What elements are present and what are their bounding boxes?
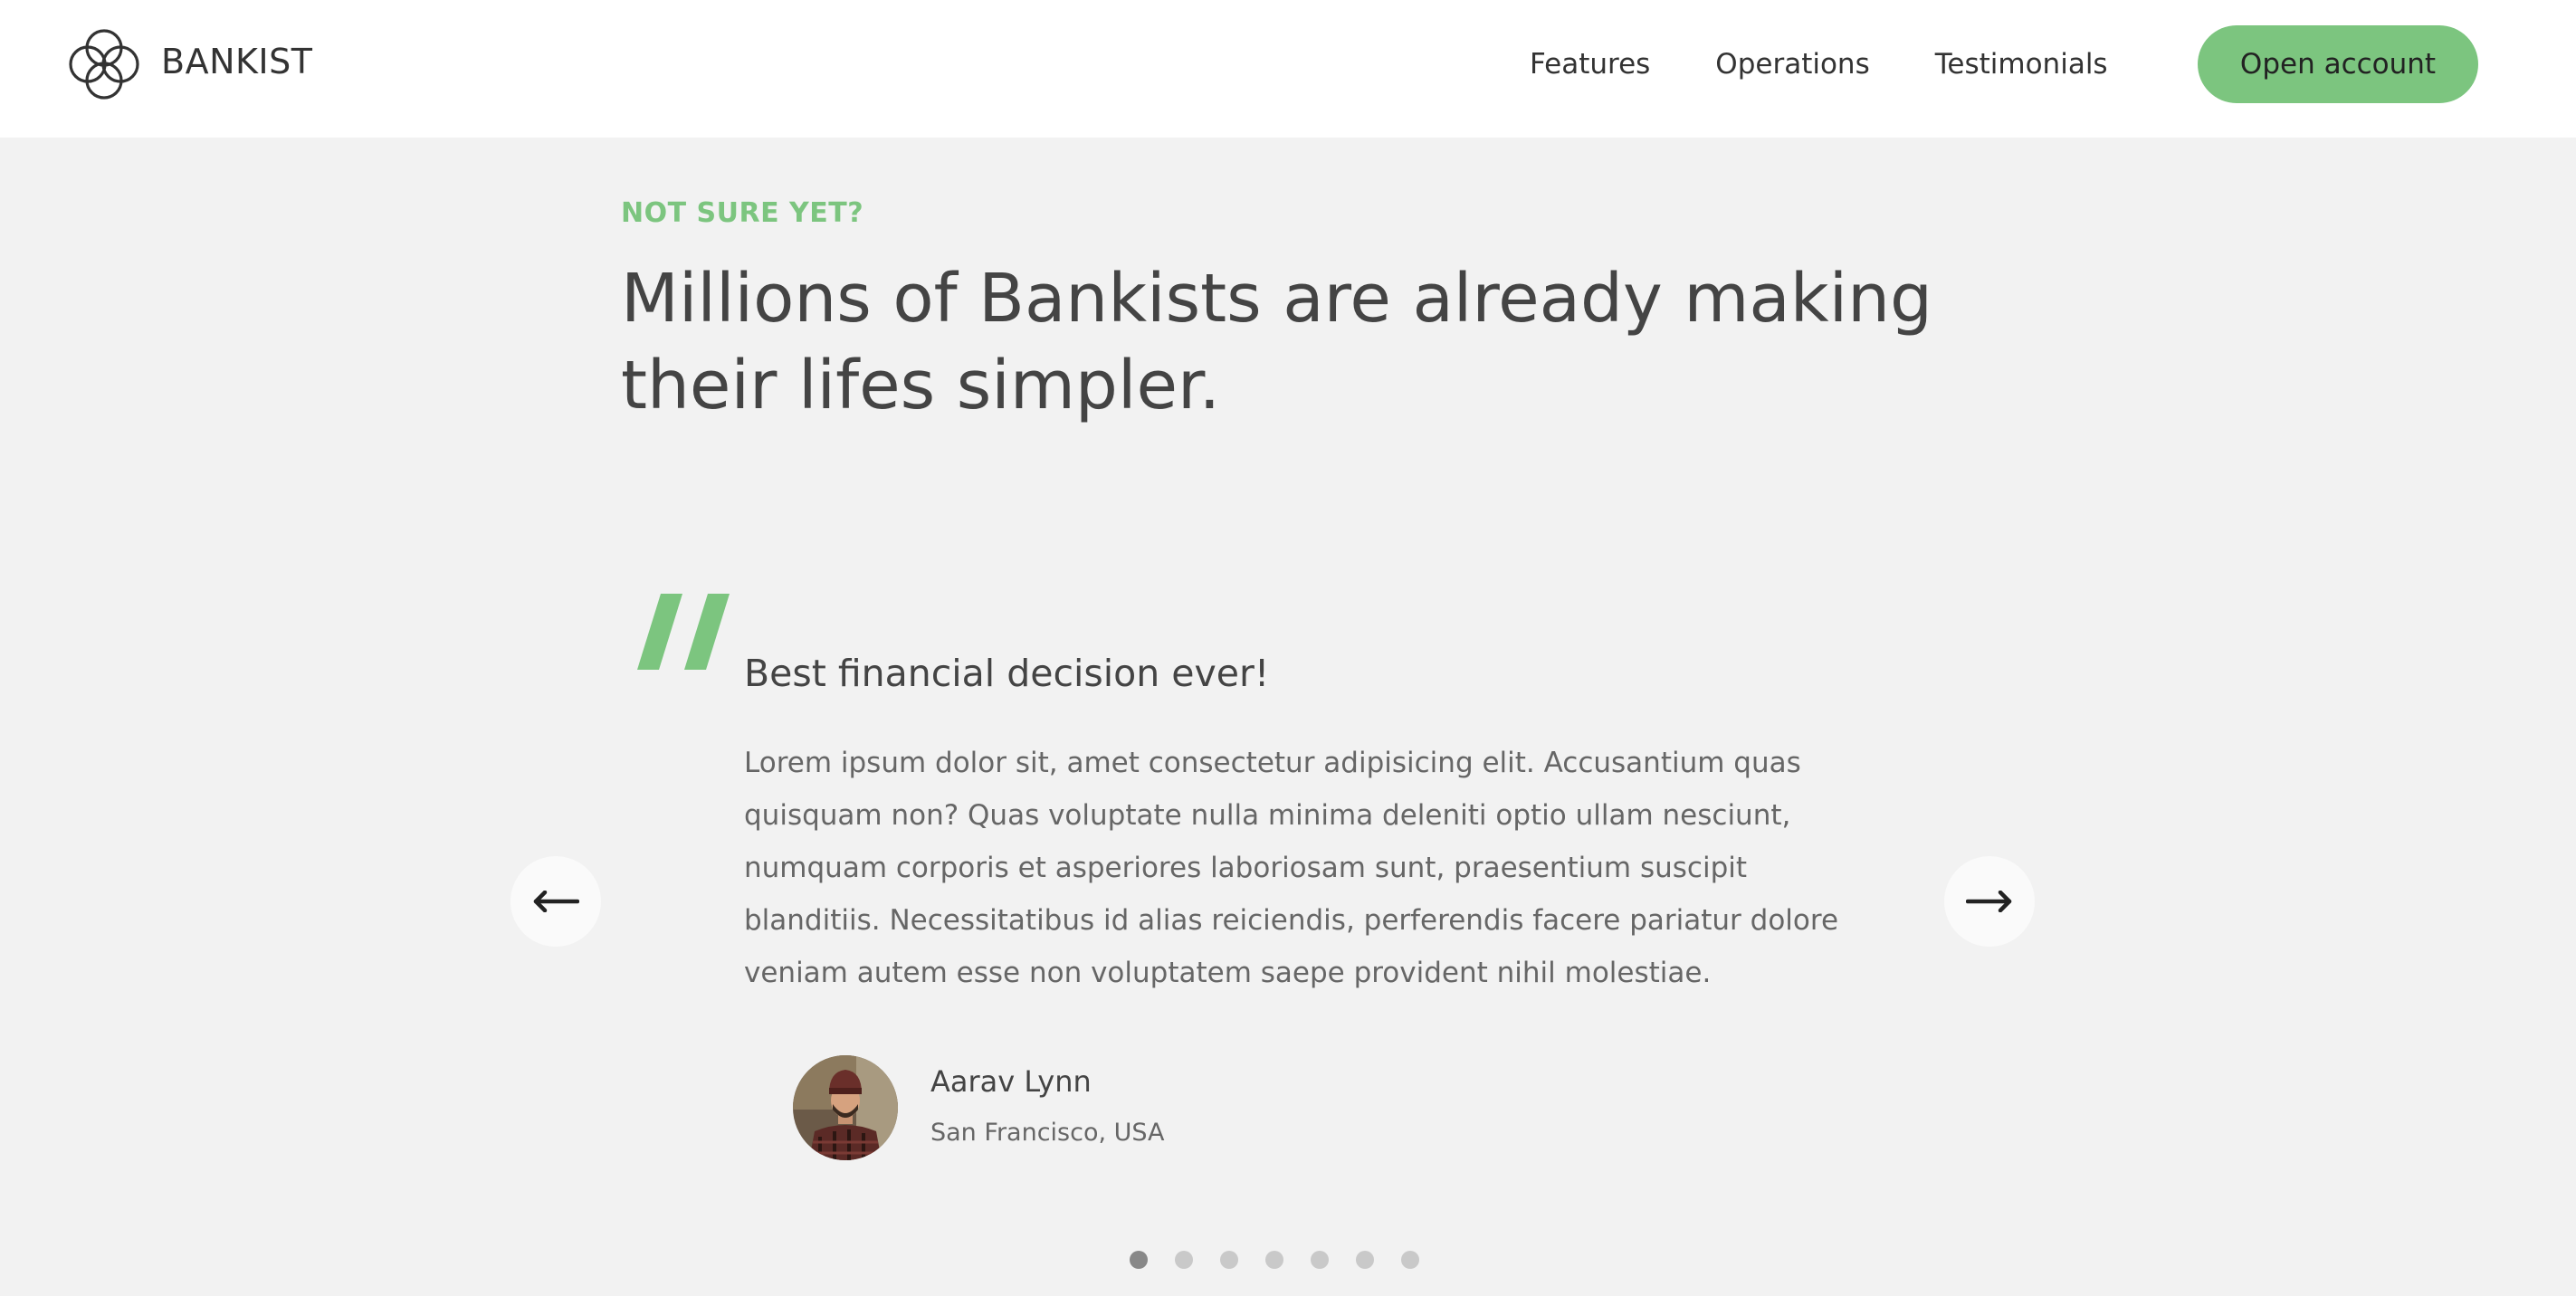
slider-dot[interactable] [1356, 1251, 1374, 1269]
slider-dot[interactable] [1401, 1251, 1419, 1269]
author-avatar [793, 1055, 898, 1160]
slider-dot[interactable] [1130, 1251, 1148, 1269]
author-name: Aarav Lynn [930, 1064, 1092, 1099]
slider-dots [1130, 1251, 1446, 1269]
testimonial-title: Best financial decision ever! [744, 652, 1270, 695]
arrow-left-icon [533, 891, 579, 912]
section-eyebrow: NOT SURE YET? [621, 197, 864, 229]
headline-line-1: Millions of Bankists are already making [621, 260, 1933, 338]
nav-link-operations[interactable]: Operations [1715, 48, 1869, 81]
author-location: San Francisco, USA [930, 1119, 1165, 1147]
brand-name: BANKIST [161, 42, 313, 81]
slider-dot[interactable] [1265, 1251, 1283, 1269]
section-headline: Millions of Bankists are already making … [621, 255, 1979, 429]
slider-dot[interactable] [1175, 1251, 1193, 1269]
top-nav: BANKIST Features Operations Testimonials… [0, 0, 2576, 138]
nav-link-features[interactable]: Features [1530, 48, 1650, 81]
slider-next-button[interactable] [1944, 856, 2035, 947]
testimonial-body: Lorem ipsum dolor sit, amet consectetur … [744, 747, 1839, 989]
slider-dot[interactable] [1311, 1251, 1329, 1269]
bankist-logo-icon[interactable] [63, 25, 145, 103]
nav-links: Features Operations Testimonials [1530, 42, 2173, 87]
quote-mark-icon [637, 594, 730, 670]
headline-line-2: their lifes simpler. [621, 347, 1221, 424]
slider-prev-button[interactable] [510, 856, 601, 947]
arrow-right-icon [1966, 891, 2012, 912]
open-account-button[interactable]: Open account [2198, 25, 2478, 103]
slider-dot[interactable] [1220, 1251, 1238, 1269]
author-photo-icon [793, 1055, 898, 1160]
nav-link-testimonials[interactable]: Testimonials [1935, 48, 2108, 81]
